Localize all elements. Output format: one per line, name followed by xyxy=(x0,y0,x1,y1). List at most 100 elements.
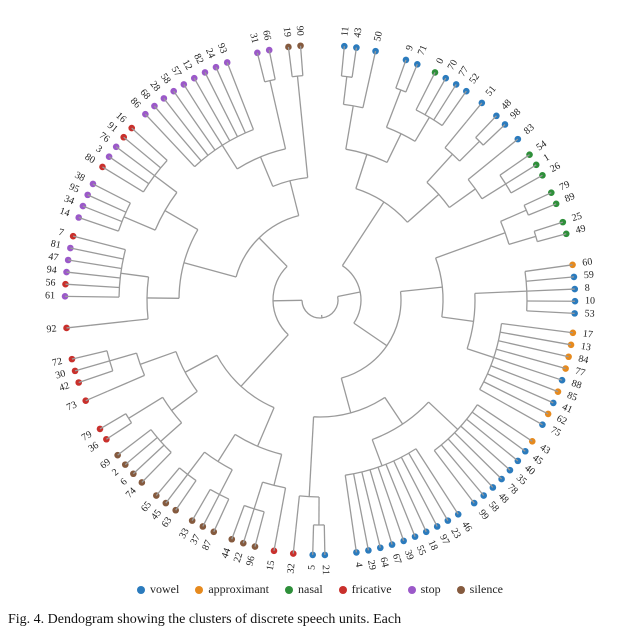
leaf-label: 32 xyxy=(285,563,297,574)
leaf-label: 73 xyxy=(65,399,79,413)
leaf-label: 0 xyxy=(434,56,446,65)
vowel-swatch xyxy=(137,586,145,594)
leaf-dot xyxy=(442,75,449,82)
leaf-label: 9 xyxy=(404,44,416,52)
leaf-label: 88 xyxy=(570,378,583,392)
leaf-label: 86 xyxy=(128,96,143,111)
legend: vowel approximant nasal fricative stop silenc… xyxy=(0,582,640,598)
legend-item-approximant: approximant xyxy=(195,582,269,597)
leaf-label: 84 xyxy=(577,353,589,366)
legend-item-vowel: vowel xyxy=(137,582,179,597)
legend-label: silence xyxy=(470,582,503,597)
leaf-label: 66 xyxy=(260,29,273,41)
leaf-label: 43 xyxy=(352,27,364,38)
leaf-label: 94 xyxy=(46,264,57,276)
leaf-label: 10 xyxy=(585,296,595,307)
leaf-label: 4 xyxy=(353,561,365,568)
leaf-label: 51 xyxy=(484,84,499,99)
leaf-dot xyxy=(453,81,460,88)
leaf-dot xyxy=(539,421,546,428)
leaf-dot xyxy=(434,523,441,530)
leaf-label: 18 xyxy=(426,539,440,553)
legend-item-stop: stop xyxy=(408,582,441,597)
nasal-swatch xyxy=(285,586,293,594)
leaf-label: 96 xyxy=(244,555,257,567)
leaf-label: 74 xyxy=(124,486,139,501)
leaf-label: 54 xyxy=(535,139,549,154)
legend-label: fricative xyxy=(352,582,392,597)
legend-item-fricative: fricative xyxy=(339,582,392,597)
leaf-label: 3 xyxy=(94,144,104,156)
approximant-swatch xyxy=(195,586,203,594)
leaf-label: 17 xyxy=(582,328,593,340)
leaf-dot xyxy=(181,81,188,88)
leaf-label: 31 xyxy=(247,32,260,44)
leaf-label: 61 xyxy=(45,290,55,301)
leaf-label: 77 xyxy=(574,366,587,379)
leaf-label: 56 xyxy=(45,277,56,289)
leaf-label: 89 xyxy=(563,191,576,205)
leaf-dot xyxy=(75,214,82,221)
leaf-label: 55 xyxy=(414,544,428,557)
leaf-label: 15 xyxy=(265,560,278,572)
legend-item-silence: silence xyxy=(457,582,503,597)
leaf-label: 44 xyxy=(219,547,233,560)
leaf-label: 21 xyxy=(320,565,331,575)
leaf-label: 30 xyxy=(54,368,67,381)
leaf-label: 1 xyxy=(542,152,552,164)
leaf-label: 13 xyxy=(580,341,592,354)
leaf-label: 59 xyxy=(583,269,594,281)
leaf-label: 85 xyxy=(565,390,578,404)
leaf-label: 25 xyxy=(571,211,584,225)
leaf-label: 60 xyxy=(582,256,593,268)
leaf-label: 63 xyxy=(160,515,175,529)
legend-label: approximant xyxy=(208,582,269,597)
figure-caption: Fig. 4. Dendogram showing the clusters o… xyxy=(8,612,632,628)
leaf-label: 67 xyxy=(390,553,403,566)
leaf-label: 52 xyxy=(467,72,482,87)
leaf-label: 19 xyxy=(281,26,293,37)
leaf-label: 93 xyxy=(215,42,229,55)
leaf-dot xyxy=(414,61,421,68)
leaf-label: 98 xyxy=(508,107,523,122)
leaf-dot xyxy=(191,75,198,82)
leaf-dot xyxy=(412,533,419,540)
leaf-label: 92 xyxy=(46,323,57,335)
leaf-label: 50 xyxy=(372,30,385,42)
leaf-label: 81 xyxy=(50,238,62,251)
leaf-dot xyxy=(550,400,557,407)
dendrogram: 1143509710707752514898835412679892549605… xyxy=(0,0,640,580)
leaf-label: 49 xyxy=(574,223,587,236)
leaf-label: 7 xyxy=(57,227,65,239)
leaf-dot xyxy=(400,538,407,545)
leaf-label: 39 xyxy=(402,548,416,561)
leaf-label: 8 xyxy=(585,283,590,294)
leaf-label: 87 xyxy=(200,539,214,553)
leaf-label: 11 xyxy=(340,26,352,37)
leaf-label: 42 xyxy=(58,380,71,394)
leaf-dot xyxy=(389,541,396,548)
leaf-dot xyxy=(103,436,110,443)
leaf-label: 34 xyxy=(62,193,75,207)
leaf-label: 22 xyxy=(232,551,245,564)
leaf-label: 75 xyxy=(549,425,563,439)
legend-item-nasal: nasal xyxy=(285,582,323,597)
leaf-label: 26 xyxy=(548,161,562,175)
leaf-dot xyxy=(545,411,552,418)
leaf-dot xyxy=(90,181,97,188)
leaf-label: 53 xyxy=(584,308,595,320)
leaf-label: 76 xyxy=(97,130,112,145)
legend-label: nasal xyxy=(298,582,323,597)
leaf-label: 6 xyxy=(118,476,129,487)
stop-swatch xyxy=(408,586,416,594)
leaf-label: 71 xyxy=(416,44,430,57)
leaf-dot xyxy=(99,164,106,171)
leaf-label: 64 xyxy=(378,556,391,568)
leaf-label: 83 xyxy=(522,122,537,137)
leaf-label: 2 xyxy=(110,467,121,479)
leaf-label: 5 xyxy=(307,565,318,570)
silence-swatch xyxy=(457,586,465,594)
leaf-label: 72 xyxy=(51,356,63,369)
leaf-label: 99 xyxy=(476,508,491,523)
leaf-label: 90 xyxy=(294,25,306,36)
